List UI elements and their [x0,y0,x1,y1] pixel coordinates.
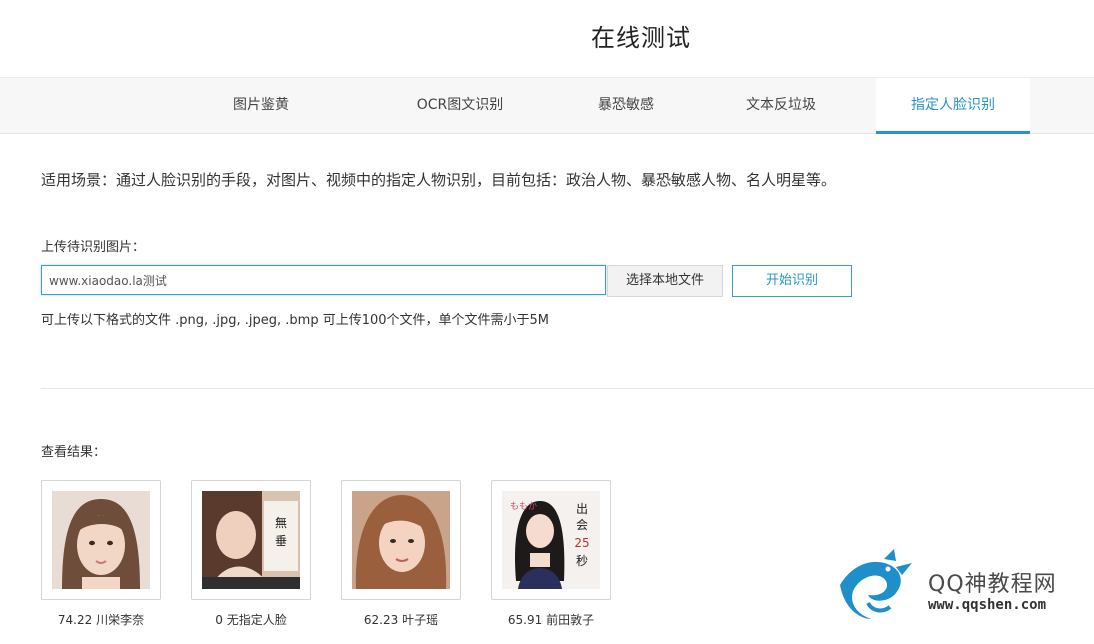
result-cover-image: 無 垂 [202,491,300,589]
svg-text:秒: 秒 [576,554,588,568]
svg-text:25: 25 [574,536,589,550]
tab-text-antispam[interactable]: 文本反垃圾 [725,78,837,132]
result-caption: 0 无指定人脸 [215,613,287,627]
result-cover-image: 出 会 25 秒 ももか [502,491,600,589]
image-url-input[interactable] [41,265,606,295]
watermark-url: www.qqshen.com [928,597,1047,613]
tab-ocr[interactable]: OCR图文识别 [395,78,525,132]
tab-bar: 图片鉴黄 OCR图文识别 暴恐敏感 文本反垃圾 指定人脸识别 [0,77,1094,134]
result-card[interactable] [341,480,461,600]
scenario-description: 适用场景：通过人脸识别的手段，对图片、视频中的指定人物识别，目前包括：政治人物、… [41,171,837,189]
result-card[interactable]: 出 会 25 秒 ももか [491,480,611,600]
svg-text:ももか: ももか [510,501,537,512]
result-caption: 74.22 川栄李奈 [57,613,145,627]
svg-text:垂: 垂 [275,534,287,548]
tab-image-porn[interactable]: 图片鉴黄 [205,78,317,132]
result-card[interactable] [41,480,161,600]
result-face-image [52,491,150,589]
upload-label: 上传待识别图片： [41,240,146,255]
result-caption: 62.23 叶子瑶 [363,613,439,627]
tab-terror-sensitive[interactable]: 暴恐敏感 [570,78,682,132]
upload-format-hint: 可上传以下格式的文件 .png, .jpg, .jpeg, .bmp 可上传10… [41,313,550,328]
watermark-name: QQ神教程网 [928,572,1057,597]
result-card[interactable]: 無 垂 [191,480,311,600]
result-caption: 65.91 前田敦子 [507,613,595,627]
svg-text:出: 出 [576,502,588,516]
choose-local-file-button[interactable]: 选择本地文件 [607,265,723,297]
result-face-image [352,491,450,589]
tab-face-recognition[interactable]: 指定人脸识别 [876,78,1030,134]
page-title: 在线测试 [591,24,691,52]
svg-text:無: 無 [275,515,287,530]
results-label: 查看结果： [41,445,107,460]
start-recognition-button[interactable]: 开始识别 [732,265,852,297]
svg-text:会: 会 [576,518,588,532]
divider [41,388,1094,389]
